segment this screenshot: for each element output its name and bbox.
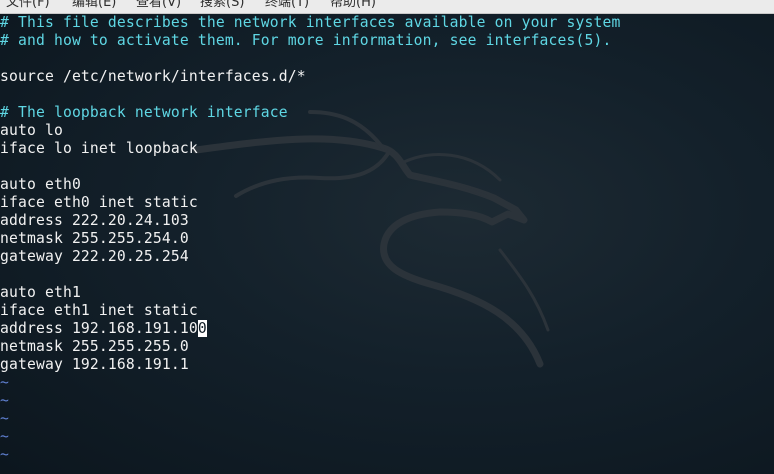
comment-line: # and how to activate them. For more inf… — [0, 32, 612, 49]
config-line: gateway 222.20.25.254 — [0, 248, 189, 265]
config-line: auto eth0 — [0, 176, 81, 193]
menu-terminal[interactable]: 终端(T) — [265, 0, 309, 11]
config-line: iface lo inet loopback — [0, 140, 198, 157]
config-line: auto lo — [0, 122, 63, 139]
empty-line-marker: ~ — [0, 374, 9, 391]
config-line: netmask 255.255.255.0 — [0, 338, 189, 355]
vim-editor-area[interactable]: # This file describes the network interf… — [0, 14, 774, 474]
empty-line-marker: ~ — [0, 428, 9, 445]
menu-bar: 文件(F) 编辑(E) 查看(V) 搜索(S) 终端(T) 帮助(H) — [0, 0, 774, 14]
config-line: address 222.20.24.103 — [0, 212, 189, 229]
text-cursor: 0 — [197, 320, 207, 337]
menu-search[interactable]: 搜索(S) — [200, 0, 244, 11]
menu-file[interactable]: 文件(F) — [6, 0, 50, 11]
empty-line-marker: ~ — [0, 410, 9, 427]
config-line: auto eth1 — [0, 284, 81, 301]
config-line: gateway 192.168.191.1 — [0, 356, 189, 373]
empty-line-marker: ~ — [0, 392, 9, 409]
menu-help[interactable]: 帮助(H) — [330, 0, 376, 11]
menu-edit[interactable]: 编辑(E) — [72, 0, 116, 11]
config-line: source /etc/network/interfaces.d/* — [0, 68, 306, 85]
terminal-window: 文件(F) 编辑(E) 查看(V) 搜索(S) 终端(T) 帮助(H) # Th… — [0, 0, 774, 474]
comment-line: # This file describes the network interf… — [0, 14, 621, 31]
empty-line-marker: ~ — [0, 446, 9, 463]
config-line: iface eth0 inet static — [0, 194, 198, 211]
comment-line: # The loopback network interface — [0, 104, 288, 121]
config-line: iface eth1 inet static — [0, 302, 198, 319]
menu-view[interactable]: 查看(V) — [136, 0, 181, 11]
config-line: address 192.168.191.100 — [0, 320, 207, 337]
config-line: netmask 255.255.254.0 — [0, 230, 189, 247]
